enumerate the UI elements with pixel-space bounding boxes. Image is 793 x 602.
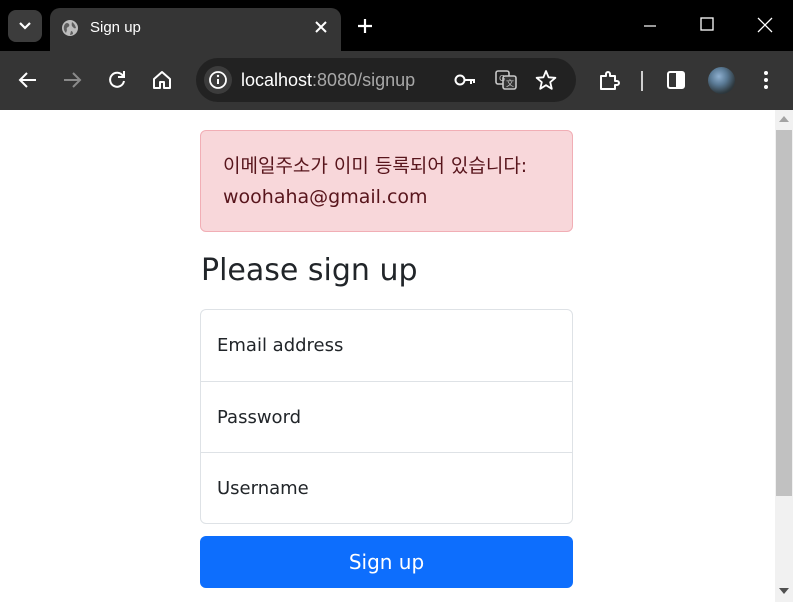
url-text[interactable]: localhost:8080/signup — [241, 70, 415, 91]
tab-active[interactable]: Sign up — [50, 8, 341, 51]
globe-icon — [62, 20, 78, 36]
plus-icon[interactable] — [356, 17, 374, 35]
browser-toolbar: localhost:8080/signup G 文 — [0, 51, 793, 110]
profile-avatar[interactable] — [708, 67, 735, 94]
sign-up-button-label: Sign up — [348, 550, 425, 574]
scroll-up-arrow-icon[interactable] — [779, 116, 789, 122]
close-icon[interactable] — [313, 19, 329, 35]
forward-icon[interactable] — [61, 69, 83, 91]
toolbar-separator — [641, 71, 643, 91]
translate-icon[interactable]: G 文 — [494, 69, 518, 91]
tab-title: Sign up — [90, 19, 141, 36]
url-path: :8080/signup — [312, 70, 416, 90]
username-label: Username — [217, 477, 309, 499]
url-host: localhost — [241, 70, 313, 90]
signup-form: Email address Password Username — [200, 309, 573, 524]
svg-text:G: G — [499, 74, 505, 83]
key-icon[interactable] — [453, 69, 477, 91]
tab-search-icon[interactable] — [8, 10, 42, 42]
back-icon[interactable] — [17, 69, 39, 91]
side-panel-icon[interactable] — [665, 69, 687, 91]
email-label: Email address — [217, 335, 344, 356]
vertical-scrollbar[interactable] — [775, 110, 793, 602]
menu-icon[interactable] — [755, 69, 777, 91]
window-close-icon[interactable] — [754, 14, 776, 36]
site-info-icon[interactable] — [204, 66, 232, 94]
username-field[interactable]: Username — [201, 452, 572, 523]
home-icon[interactable] — [151, 69, 173, 91]
star-icon[interactable] — [534, 69, 558, 91]
error-alert: 이메일주소가 이미 등록되어 있습니다: woohaha@gmail.com — [200, 130, 573, 232]
password-label: Password — [217, 406, 302, 428]
minimize-icon[interactable] — [640, 18, 660, 34]
password-field[interactable]: Password — [201, 381, 572, 452]
sign-up-button[interactable]: Sign up — [200, 536, 573, 588]
page-title: Please sign up — [201, 253, 418, 288]
svg-text:文: 文 — [506, 78, 514, 88]
extensions-icon[interactable] — [598, 69, 620, 91]
scroll-down-arrow-icon[interactable] — [779, 588, 789, 594]
reload-icon[interactable] — [106, 69, 128, 91]
scroll-thumb[interactable] — [776, 130, 792, 496]
address-bar[interactable]: localhost:8080/signup G 文 — [196, 58, 576, 102]
tab-strip: Sign up — [0, 0, 793, 51]
email-field[interactable]: Email address — [201, 310, 572, 381]
maximize-icon[interactable] — [697, 14, 717, 34]
